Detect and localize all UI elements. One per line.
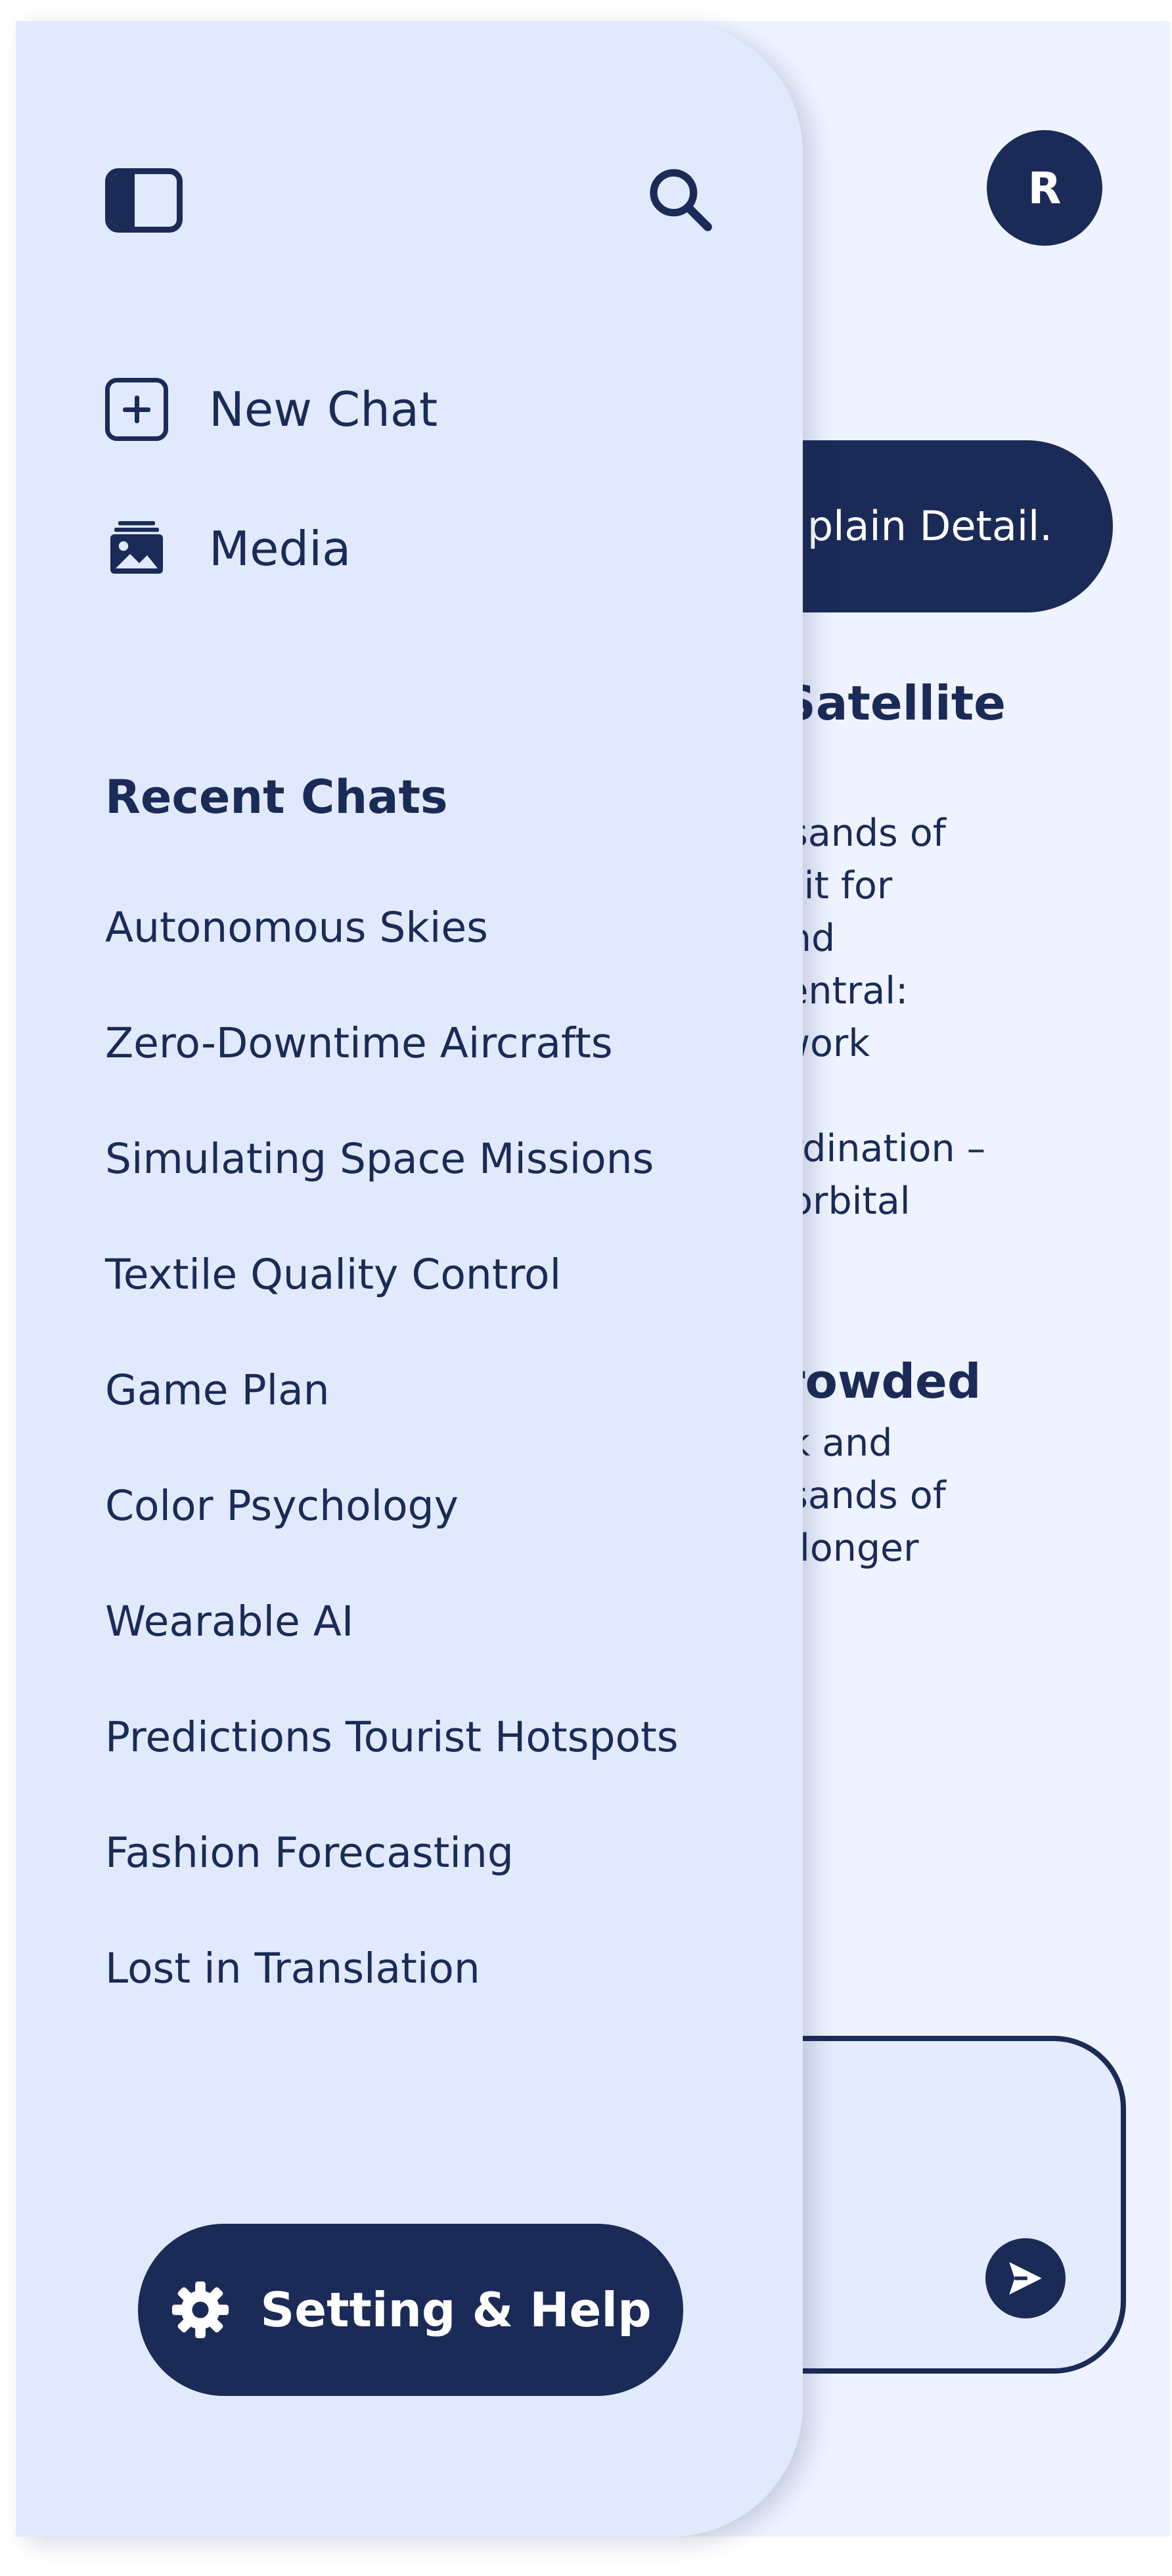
sidebar-drawer: New Chat Media Recent Chats Autonomous S… xyxy=(16,21,803,2537)
recent-chat-item[interactable]: Color Psychology xyxy=(105,1473,679,1589)
recent-chats-list: Autonomous Skies Zero-Downtime Aircrafts… xyxy=(105,895,679,2052)
recent-chat-item[interactable]: Wearable AI xyxy=(105,1589,679,1705)
recent-chat-item[interactable]: Game Plan xyxy=(105,1358,679,1473)
recent-chat-item[interactable]: Predictions Tourist Hotspots xyxy=(105,1705,679,1820)
recent-chat-item[interactable]: Zero-Downtime Aircrafts xyxy=(105,1011,679,1126)
recent-chats-heading: Recent Chats xyxy=(105,770,448,824)
reply-subheading: rowded xyxy=(782,1354,981,1409)
new-chat-label: New Chat xyxy=(209,382,438,437)
media-button[interactable]: Media xyxy=(105,513,351,585)
user-avatar[interactable]: R xyxy=(987,130,1102,246)
gear-icon xyxy=(172,2281,229,2339)
reply-heading: Satellite xyxy=(782,676,1006,731)
avatar-initial: R xyxy=(1027,162,1062,214)
sidebar-toggle-icon[interactable] xyxy=(105,168,183,233)
recent-chat-item[interactable]: Simulating Space Missions xyxy=(105,1126,679,1242)
search-icon[interactable] xyxy=(645,164,713,233)
recent-chat-item[interactable]: Fashion Forecasting xyxy=(105,1820,679,1936)
image-stack-icon xyxy=(110,521,163,574)
recent-chat-item[interactable]: Autonomous Skies xyxy=(105,895,679,1011)
recent-chat-item[interactable]: Lost in Translation xyxy=(105,1936,679,2052)
settings-help-label: Setting & Help xyxy=(260,2282,652,2337)
send-icon xyxy=(1009,2262,1042,2295)
new-chat-button[interactable]: New Chat xyxy=(105,373,438,446)
recent-chat-item[interactable]: Textile Quality Control xyxy=(105,1242,679,1358)
send-button[interactable] xyxy=(985,2238,1066,2318)
media-label: Media xyxy=(209,521,351,576)
plus-square-icon xyxy=(105,378,168,441)
settings-help-button[interactable]: Setting & Help xyxy=(138,2224,683,2396)
